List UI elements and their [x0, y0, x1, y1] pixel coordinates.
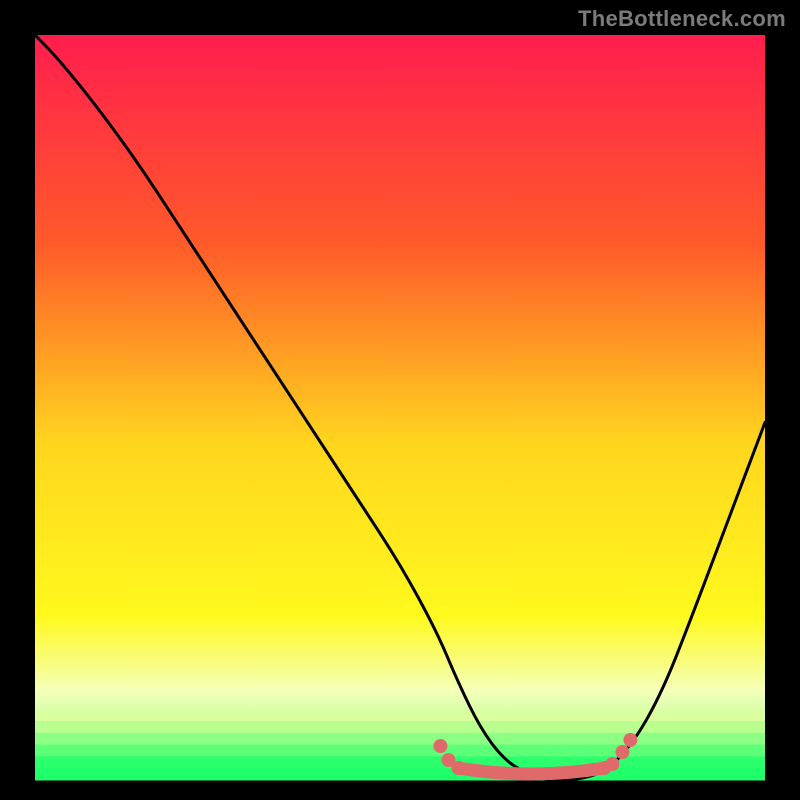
bottom-bands — [35, 709, 765, 780]
chart-frame: { "watermark": "TheBottleneck.com", "col… — [0, 0, 800, 800]
plot-background — [35, 35, 765, 780]
watermark-text: TheBottleneck.com — [578, 6, 786, 32]
bottleneck-chart — [0, 0, 800, 800]
